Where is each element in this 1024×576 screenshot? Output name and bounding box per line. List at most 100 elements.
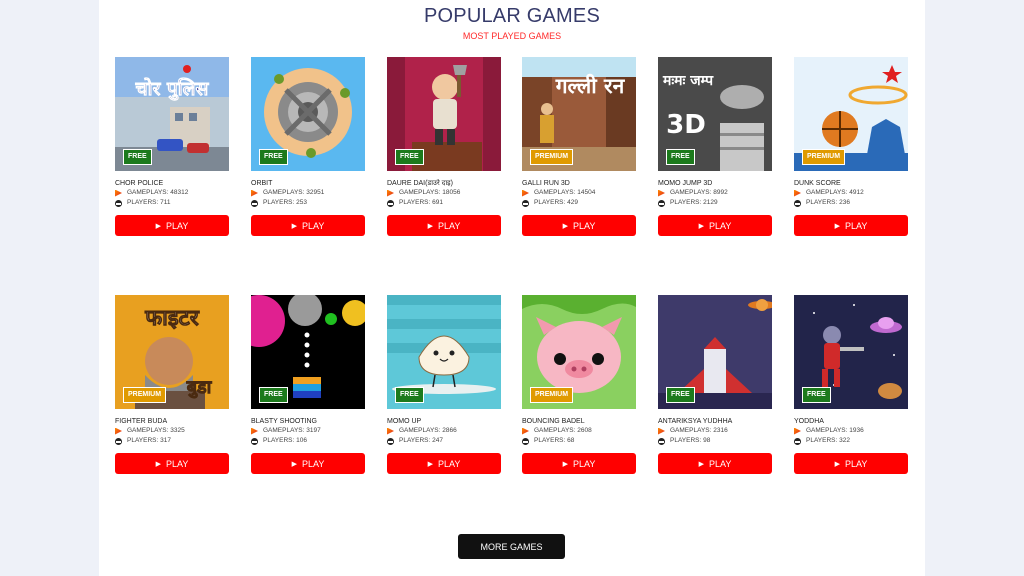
players-count: PLAYERS: 317 [115,436,229,446]
game-thumbnail[interactable]: गल्ली रन PREMIUM [522,57,636,171]
game-thumbnail[interactable]: PREMIUM [522,295,636,409]
play-icon: ▶ [291,222,298,230]
gameplays-icon [387,427,394,435]
player-icon [251,199,258,207]
player-icon [522,437,529,445]
play-icon: ▶ [427,460,434,468]
play-icon: ▶ [427,222,434,230]
players-count: PLAYERS: 691 [387,198,501,208]
thumbnail-title: मःमः जम्प [662,73,714,89]
thumbnail-subtitle: बुडा [186,377,213,399]
player-icon [522,199,529,207]
gameplays-icon [387,189,394,197]
gameplays-count: GAMEPLAYS: 1936 [794,426,908,436]
free-badge: FREE [395,149,424,165]
premium-badge: PREMIUM [530,149,574,165]
play-button[interactable]: ▶ PLAY [251,453,365,474]
player-icon [115,199,122,207]
gameplays-count: GAMEPLAYS: 2866 [387,426,501,436]
player-icon [251,437,258,445]
section-subtitle: MOST PLAYED GAMES [462,31,562,41]
play-button[interactable]: ▶ PLAY [794,453,908,474]
game-thumbnail[interactable]: FREE [251,57,365,171]
game-card: PREMIUM BOUNCING BADEL GAMEPLAYS: 2608 P… [522,295,636,474]
game-card: चोर पुलिस FREE CHOR POLICE GAMEPLAYS: 48… [115,57,229,236]
gameplays-count: GAMEPLAYS: 4912 [794,188,908,198]
game-name: MOMO JUMP 3D [658,180,713,187]
gameplays-icon [794,427,801,435]
more-games-button[interactable]: MORE GAMES [458,534,565,559]
play-icon: ▶ [834,222,841,230]
players-count: PLAYERS: 68 [522,436,636,446]
game-thumbnail[interactable]: FREE [387,295,501,409]
play-button[interactable]: ▶ PLAY [522,215,636,236]
gameplays-icon [522,189,529,197]
play-icon: ▶ [155,222,162,230]
game-name: FIGHTER BUDA [115,418,168,425]
gameplays-icon [658,427,665,435]
play-button[interactable]: ▶ PLAY [522,453,636,474]
player-icon [387,437,394,445]
game-card: FREE MOMO UP GAMEPLAYS: 2866 PLAYERS: 24… [387,295,501,474]
player-icon [115,437,122,445]
free-badge: FREE [666,387,695,403]
premium-badge: PREMIUM [530,387,574,403]
free-badge: FREE [395,387,424,403]
free-badge: FREE [259,149,288,165]
game-thumbnail[interactable]: FREE [794,295,908,409]
play-button[interactable]: ▶ PLAY [115,453,229,474]
free-badge: FREE [802,387,831,403]
gameplays-icon [115,427,122,435]
gameplays-count: GAMEPLAYS: 2608 [522,426,636,436]
game-thumbnail[interactable]: FREE [251,295,365,409]
game-thumbnail[interactable]: FREE [658,295,772,409]
player-icon [658,199,665,207]
players-count: PLAYERS: 247 [387,436,501,446]
gameplays-count: GAMEPLAYS: 8992 [658,188,772,198]
play-icon: ▶ [562,460,569,468]
game-card: FREE BLASTY SHOOTING GAMEPLAYS: 3197 PLA… [251,295,365,474]
gameplays-count: GAMEPLAYS: 3325 [115,426,229,436]
play-button[interactable]: ▶ PLAY [387,215,501,236]
play-icon: ▶ [291,460,298,468]
game-name: CHOR POLICE [115,180,164,187]
game-name: ORBIT [251,180,273,187]
game-thumbnail[interactable]: PREMIUM [794,57,908,171]
gameplays-icon [251,427,258,435]
game-thumbnail[interactable]: मःमः जम्प 3D FREE [658,57,772,171]
players-count: PLAYERS: 106 [251,436,365,446]
gameplays-icon [522,427,529,435]
play-button[interactable]: ▶ PLAY [658,215,772,236]
free-badge: FREE [259,387,288,403]
play-button[interactable]: ▶ PLAY [658,453,772,474]
game-name: DUNK SCORE [794,180,841,187]
gameplays-icon [251,189,258,197]
game-card: FREE ORBIT GAMEPLAYS: 32951 PLAYERS: 253… [251,57,365,236]
play-button[interactable]: ▶ PLAY [794,215,908,236]
players-count: PLAYERS: 2129 [658,198,772,208]
play-icon: ▶ [698,222,705,230]
players-count: PLAYERS: 236 [794,198,908,208]
gameplays-count: GAMEPLAYS: 48312 [115,188,229,198]
gameplays-count: GAMEPLAYS: 3197 [251,426,365,436]
play-button[interactable]: ▶ PLAY [251,215,365,236]
section-title: POPULAR GAMES [424,5,600,27]
game-thumbnail[interactable]: चोर पुलिस FREE [115,57,229,171]
game-name: DAURE DAI(डाउरे दाइ) [387,180,453,187]
game-card: गल्ली रन PREMIUM GALLI RUN 3D GAMEPLAYS:… [522,57,636,236]
free-badge: FREE [666,149,695,165]
thumbnail-title: फाइटर [144,306,200,331]
players-count: PLAYERS: 98 [658,436,772,446]
game-thumbnail[interactable]: FREE [387,57,501,171]
gameplays-count: GAMEPLAYS: 2316 [658,426,772,436]
play-button[interactable]: ▶ PLAY [115,215,229,236]
players-count: PLAYERS: 253 [251,198,365,208]
game-thumbnail[interactable]: फाइटर बुडा PREMIUM [115,295,229,409]
game-card: फाइटर बुडा PREMIUM FIGHTER BUDA GAMEPLAY… [115,295,229,474]
players-count: PLAYERS: 711 [115,198,229,208]
player-icon [658,437,665,445]
play-button[interactable]: ▶ PLAY [387,453,501,474]
gameplays-icon [115,189,122,197]
player-icon [794,199,801,207]
thumbnail-title: गल्ली रन [555,73,626,98]
